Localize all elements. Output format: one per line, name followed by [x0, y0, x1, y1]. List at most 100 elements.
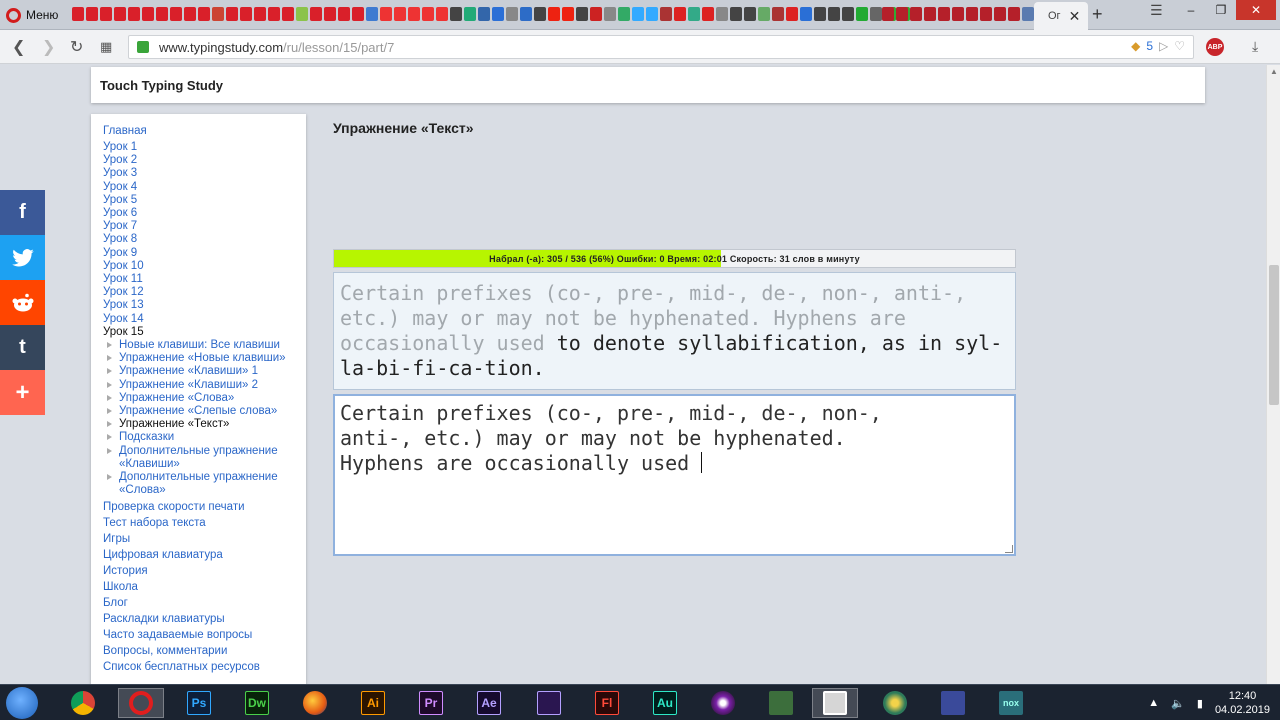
pinned-tab-favicon-icon[interactable]	[896, 7, 908, 21]
volume-icon[interactable]: 🔈	[1171, 697, 1185, 710]
pinned-tab-favicon-icon[interactable]	[324, 7, 336, 21]
taskbar-app[interactable]: Au	[642, 688, 688, 718]
pinned-tab-favicon-icon[interactable]	[156, 7, 168, 21]
pinned-tab-favicon-icon[interactable]	[254, 7, 266, 21]
pinned-tab-favicon-icon[interactable]	[730, 7, 742, 21]
pinned-tab-favicon-icon[interactable]	[212, 7, 224, 21]
sidebar-link[interactable]: Проверка скорости печати	[103, 499, 306, 515]
sidebar-lesson-link[interactable]: Урок 11	[103, 273, 306, 286]
sidebar-link[interactable]: Школа	[103, 579, 306, 595]
pinned-tab-favicon-icon[interactable]	[296, 7, 308, 21]
vpn-badge[interactable]: 5	[1146, 39, 1153, 53]
pinned-tab-favicon-icon[interactable]	[924, 7, 936, 21]
forward-icon[interactable]: ❯	[42, 37, 55, 57]
scroll-up-icon[interactable]: ▲	[1270, 67, 1278, 76]
pinned-tab-favicon-icon[interactable]	[436, 7, 448, 21]
pinned-tab-favicon-icon[interactable]	[604, 7, 616, 21]
pinned-tab-favicon-icon[interactable]	[142, 7, 154, 21]
minimize-icon[interactable]: –	[1176, 0, 1206, 20]
tray-expand-icon[interactable]: ▲	[1148, 697, 1159, 709]
sidebar-sub-item[interactable]: Упражнение «Клавиши» 1	[107, 365, 306, 378]
sidebar-sub-item[interactable]: Упражнение «Слова»	[107, 392, 306, 405]
scroll-thumb[interactable]	[1269, 265, 1279, 405]
pinned-tab-favicon-icon[interactable]	[994, 7, 1006, 21]
pinned-tab-favicon-icon[interactable]	[716, 7, 728, 21]
pinned-tab-favicon-icon[interactable]	[128, 7, 140, 21]
taskbar-shield-app[interactable]	[872, 688, 918, 718]
pinned-tab-favicon-icon[interactable]	[590, 7, 602, 21]
pinned-tab-favicon-icon[interactable]	[86, 7, 98, 21]
close-window-icon[interactable]: ✕	[1236, 0, 1276, 20]
heart-icon[interactable]: ♡	[1174, 39, 1185, 53]
sidebar-lesson-link[interactable]: Урок 1	[103, 141, 306, 154]
sidebar-link[interactable]: Раскладки клавиатуры	[103, 611, 306, 627]
taskbar-app[interactable]: Ae	[466, 688, 512, 718]
sidebar-link[interactable]: Блог	[103, 595, 306, 611]
pinned-tab-favicon-icon[interactable]	[548, 7, 560, 21]
taskbar-save-app[interactable]	[930, 688, 976, 718]
sidebar-sub-item[interactable]: Дополнительные упражнение «Слова»	[107, 471, 306, 497]
pinned-tab-favicon-icon[interactable]	[882, 7, 894, 21]
sidebar-lesson-link[interactable]: Урок 3	[103, 167, 306, 180]
adblock-icon[interactable]: ABP	[1206, 38, 1224, 56]
pinned-tab-favicon-icon[interactable]	[980, 7, 992, 21]
sidebar-lesson-link[interactable]: Урок 9	[103, 247, 306, 260]
tumblr-share-icon[interactable]: t	[0, 325, 45, 370]
pinned-tab-favicon-icon[interactable]	[842, 7, 854, 21]
back-icon[interactable]: ❮	[12, 37, 25, 57]
download-icon[interactable]: ⤓	[1252, 38, 1258, 55]
pinned-tab-favicon-icon[interactable]	[394, 7, 406, 21]
pinned-tab-favicon-icon[interactable]	[492, 7, 504, 21]
pinned-tab-favicon-icon[interactable]	[310, 7, 322, 21]
taskbar-app[interactable]: Ps	[176, 688, 222, 718]
sidebar-lesson-link[interactable]: Урок 5	[103, 194, 306, 207]
pinned-tab-favicon-icon[interactable]	[814, 7, 826, 21]
windows-start-icon[interactable]	[6, 687, 38, 719]
taskbar-tool[interactable]	[758, 688, 804, 718]
sidebar-link[interactable]: Часто задаваемые вопросы	[103, 627, 306, 643]
taskbar-app[interactable]: Fl	[584, 688, 630, 718]
sidebar-lesson-link[interactable]: Урок 14	[103, 313, 306, 326]
pinned-tab-favicon-icon[interactable]	[688, 7, 700, 21]
tab-menu-icon[interactable]: ☰	[1150, 2, 1163, 19]
pinned-tab-favicon-icon[interactable]	[282, 7, 294, 21]
taskbar-encoder[interactable]	[526, 688, 572, 718]
pinned-tab-favicon-icon[interactable]	[660, 7, 672, 21]
taskbar-app[interactable]: Pr	[408, 688, 454, 718]
pinned-tab-favicon-icon[interactable]	[114, 7, 126, 21]
network-icon[interactable]: ▮	[1197, 697, 1203, 710]
sidebar-sub-item[interactable]: Упражнение «Новые клавиши»	[107, 352, 306, 365]
facebook-share-icon[interactable]: f	[0, 190, 45, 235]
taskbar-app[interactable]: Dw	[234, 688, 280, 718]
pinned-tab-favicon-icon[interactable]	[380, 7, 392, 21]
pinned-tab-favicon-icon[interactable]	[534, 7, 546, 21]
typing-input[interactable]: Certain prefixes (co-, pre-, mid-, de-, …	[333, 394, 1016, 556]
pinned-tab-favicon-icon[interactable]	[744, 7, 756, 21]
close-tab-icon[interactable]: ✕	[1069, 8, 1081, 25]
reload-icon[interactable]: ↻	[70, 37, 83, 57]
pinned-tab-favicon-icon[interactable]	[952, 7, 964, 21]
pinned-tab-favicon-icon[interactable]	[910, 7, 922, 21]
twitter-share-icon[interactable]	[0, 235, 45, 280]
pinned-tab-favicon-icon[interactable]	[618, 7, 630, 21]
pinned-tab-favicon-icon[interactable]	[576, 7, 588, 21]
url-field[interactable]: www.typingstudy.com /ru/lesson/15/part/7…	[128, 35, 1194, 59]
pinned-tab-favicon-icon[interactable]	[450, 7, 462, 21]
pinned-tab-favicon-icon[interactable]	[772, 7, 784, 21]
send-icon[interactable]: ▷	[1159, 39, 1168, 53]
site-title[interactable]: Touch Typing Study	[100, 78, 223, 93]
pinned-tab-favicon-icon[interactable]	[966, 7, 978, 21]
sidebar-home-link[interactable]: Главная	[103, 124, 306, 138]
taskbar-nox[interactable]: nox	[988, 688, 1034, 718]
pinned-tab-favicon-icon[interactable]	[268, 7, 280, 21]
pinned-tab-favicon-icon[interactable]	[800, 7, 812, 21]
resize-grip-icon[interactable]	[1005, 545, 1013, 553]
sidebar-link[interactable]: История	[103, 563, 306, 579]
pinned-tab-favicon-icon[interactable]	[758, 7, 770, 21]
sidebar-lesson-link[interactable]: Урок 6	[103, 207, 306, 220]
pinned-tab-favicon-icon[interactable]	[422, 7, 434, 21]
sidebar-lesson-link[interactable]: Урок 2	[103, 154, 306, 167]
pinned-tab-favicon-icon[interactable]	[1022, 7, 1034, 21]
sidebar-link[interactable]: Список бесплатных ресурсов	[103, 659, 306, 675]
pinned-tab-favicon-icon[interactable]	[184, 7, 196, 21]
